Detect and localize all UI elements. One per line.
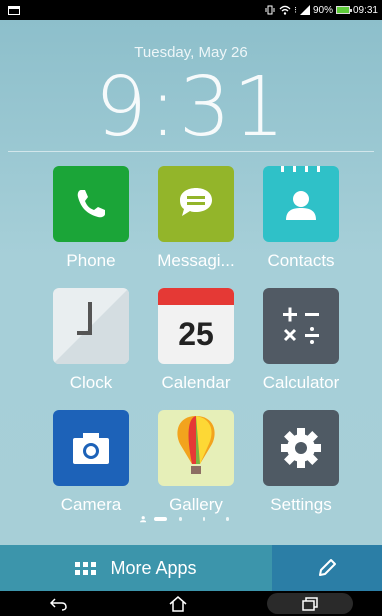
app-label: Contacts	[267, 251, 335, 270]
person-icon	[140, 516, 147, 523]
calendar-header	[158, 288, 234, 305]
app-label: Phone	[66, 251, 116, 270]
app-phone[interactable]: Phone	[36, 166, 146, 271]
home-icon	[169, 595, 187, 612]
phone-icon[interactable]	[53, 166, 129, 242]
more-apps-label: More Apps	[110, 557, 197, 578]
data-activity-icon: ⁝	[294, 4, 297, 15]
app-label: Clock	[69, 373, 113, 392]
page-indicator[interactable]	[140, 512, 250, 526]
edit-button[interactable]	[272, 545, 382, 591]
page-dot[interactable]	[202, 517, 206, 521]
app-camera[interactable]: Camera	[36, 410, 146, 515]
app-gallery[interactable]: Gallery	[141, 410, 251, 515]
recent-apps-icon	[301, 596, 318, 611]
home-screen: Tuesday, May 26 9:31 Phone Messagi... Co…	[0, 20, 382, 545]
calculator-icon[interactable]	[263, 288, 339, 364]
calendar-icon[interactable]: 25	[158, 288, 234, 364]
app-contacts[interactable]: Contacts	[246, 166, 356, 271]
widget-time[interactable]: 9:31	[0, 60, 382, 155]
status-left	[8, 5, 20, 15]
pencil-icon	[319, 559, 336, 576]
status-time: 09:31	[352, 4, 378, 16]
recent-apps-button[interactable]	[266, 593, 353, 614]
wifi-icon	[279, 5, 291, 15]
back-button[interactable]	[29, 593, 89, 614]
app-label: Messagi...	[157, 251, 235, 270]
signal-icon	[299, 5, 310, 15]
home-button[interactable]	[148, 593, 208, 614]
page-dot[interactable]	[179, 517, 182, 521]
settings-icon[interactable]	[263, 410, 339, 486]
dock-bar: More Apps	[0, 545, 382, 591]
battery-icon	[335, 6, 352, 14]
widget-divider	[8, 151, 374, 152]
page-dot[interactable]	[226, 517, 230, 521]
app-label: Calendar	[161, 373, 231, 392]
app-messaging[interactable]: Messagi...	[141, 166, 251, 271]
apps-grid-icon	[75, 561, 97, 575]
messaging-icon[interactable]	[158, 166, 234, 242]
vibrate-icon	[265, 5, 275, 15]
camera-icon[interactable]	[53, 410, 129, 486]
status-bar: ⁝ 90% 09:31	[0, 0, 382, 20]
contacts-icon[interactable]	[263, 166, 339, 242]
more-apps-button[interactable]: More Apps	[0, 545, 272, 591]
battery-percent: 90%	[312, 4, 333, 16]
gallery-icon[interactable]	[158, 410, 234, 486]
widget-date[interactable]: Tuesday, May 26	[0, 44, 382, 61]
app-clock[interactable]: Clock	[36, 288, 146, 393]
calendar-day: 25	[178, 315, 214, 352]
app-calculator[interactable]: Calculator	[246, 288, 356, 393]
nav-bar	[0, 591, 382, 616]
app-label: Camera	[60, 495, 122, 514]
app-label: Settings	[270, 495, 332, 514]
app-settings[interactable]: Settings	[246, 410, 356, 515]
status-right: ⁝ 90% 09:31	[264, 5, 378, 16]
notification-icon	[8, 5, 20, 15]
app-calendar[interactable]: 25 Calendar	[141, 288, 251, 393]
back-icon	[50, 597, 68, 611]
app-label: Calculator	[262, 373, 340, 392]
page-dot-active[interactable]	[154, 517, 168, 521]
clock-icon[interactable]	[53, 288, 129, 364]
